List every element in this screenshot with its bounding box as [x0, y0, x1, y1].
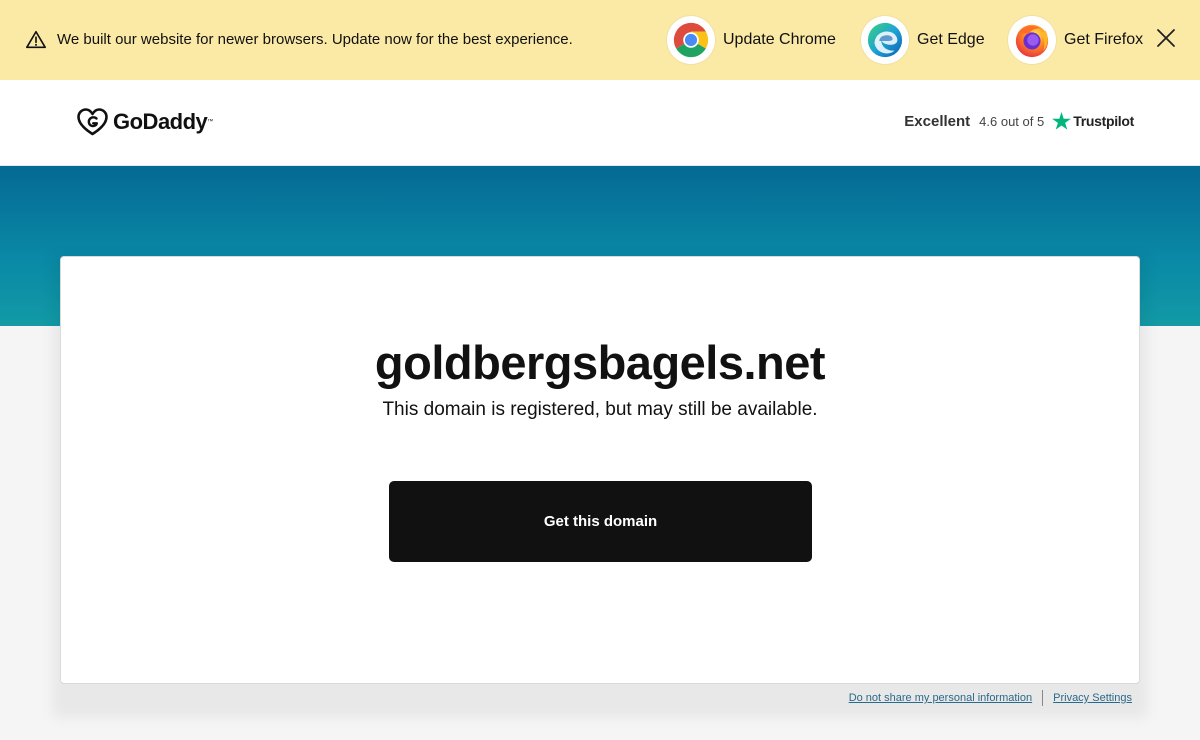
godaddy-heart-icon — [77, 108, 108, 136]
update-chrome-button[interactable]: Update Chrome — [667, 16, 836, 64]
domain-card: goldbergsbagels.net This domain is regis… — [60, 256, 1140, 684]
domain-name: goldbergsbagels.net — [374, 336, 826, 389]
edge-icon — [861, 16, 909, 64]
get-this-domain-button[interactable]: Get this domain — [389, 481, 812, 562]
update-chrome-label: Update Chrome — [723, 31, 836, 48]
footer-divider — [1042, 690, 1044, 706]
logo-text: GoDaddy — [113, 109, 208, 134]
chrome-icon — [667, 16, 715, 64]
trustpilot-brand: Trustpilot — [1052, 112, 1134, 130]
browser-update-banner: We built our website for newer browsers.… — [0, 0, 1200, 80]
firefox-icon — [1008, 16, 1056, 64]
rating-score: 4.6 out of 5 — [979, 113, 1045, 129]
godaddy-logo[interactable]: GoDaddy ™ — [77, 108, 213, 136]
do-not-share-link[interactable]: Do not share my personal information — [849, 692, 1032, 704]
trustpilot-label: Trustpilot — [1073, 113, 1134, 129]
get-edge-button[interactable]: Get Edge — [861, 16, 985, 64]
trustpilot-star-icon — [1052, 112, 1072, 130]
get-firefox-label: Get Firefox — [1064, 31, 1144, 48]
domain-status: This domain is registered, but may still… — [382, 399, 818, 420]
rating-word: Excellent — [904, 112, 971, 130]
trademark-mark: ™ — [207, 119, 214, 125]
footer-links: Do not share my personal information Pri… — [849, 690, 1132, 706]
get-edge-label: Get Edge — [917, 31, 985, 48]
get-firefox-button[interactable]: Get Firefox — [1008, 16, 1143, 64]
site-header: GoDaddy ™ Excellent 4.6 out of 5 Trustpi… — [0, 80, 1200, 166]
warning-triangle-icon — [26, 30, 46, 49]
privacy-settings-link[interactable]: Privacy Settings — [1053, 692, 1132, 704]
banner-message: We built our website for newer browsers.… — [57, 31, 573, 48]
close-icon[interactable] — [1154, 26, 1178, 50]
trustpilot-rating[interactable]: Excellent 4.6 out of 5 Trustpilot — [904, 112, 1134, 130]
